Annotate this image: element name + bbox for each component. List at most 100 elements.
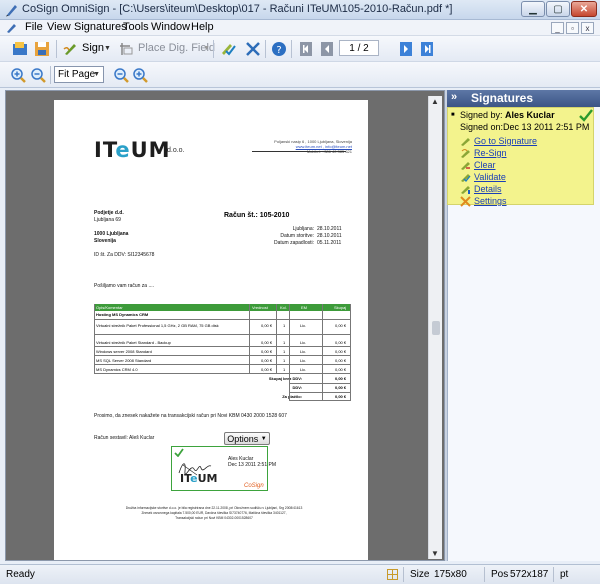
menu-view[interactable]: View bbox=[47, 21, 71, 33]
first-page-icon[interactable] bbox=[297, 40, 315, 58]
close-button[interactable]: ✕ bbox=[571, 1, 597, 17]
recipient-vat: ID št. Za DDV: SI12345678 bbox=[94, 252, 155, 258]
menu-bar: File View Signatures Tools Window Help _… bbox=[0, 20, 600, 36]
document-page: ITeUM d.o.o. Poljanski nasip 6 , 1000 Lj… bbox=[54, 100, 368, 560]
minimize-button[interactable]: ▁ bbox=[521, 1, 545, 17]
place-field-icon bbox=[117, 40, 135, 58]
maximize-button[interactable]: ▢ bbox=[546, 1, 570, 17]
pos-label: Pos bbox=[491, 569, 509, 580]
signatures-panel-header[interactable]: » Signatures bbox=[447, 90, 600, 107]
place-field-dropdown-icon[interactable]: ▼ bbox=[203, 45, 210, 52]
company-logo: ITeUM bbox=[94, 138, 171, 162]
window-title: CoSign OmniSign - [C:\Users\iteum\Deskto… bbox=[22, 3, 453, 15]
collapse-chevron-icon[interactable]: » bbox=[451, 91, 457, 103]
pen-icon bbox=[7, 24, 16, 33]
tools-icon[interactable] bbox=[244, 40, 262, 58]
signature-date: Dec 13 2011 2:51 PM bbox=[228, 462, 276, 468]
due-date-value: 05.11.2011 bbox=[317, 240, 342, 246]
valid-checkmark-icon bbox=[579, 109, 593, 122]
last-page-icon[interactable] bbox=[418, 40, 436, 58]
menu-tools[interactable]: Tools bbox=[123, 21, 149, 33]
composed-by: Račun sestavil: Aleš Kuclar bbox=[94, 435, 155, 441]
clear-link[interactable]: Clear bbox=[474, 160, 496, 170]
payment-note: Prosimo, da znesek nakažete na transakci… bbox=[94, 413, 287, 419]
details-icon bbox=[461, 186, 470, 194]
signed-by: Signed by: Ales Kuclar bbox=[460, 110, 555, 120]
validate-icon[interactable] bbox=[219, 40, 237, 58]
sign-icon[interactable] bbox=[62, 40, 80, 58]
signature-info-box: ■ Signed by: Ales Kuclar Signed on:Dec 1… bbox=[447, 107, 594, 207]
signed-on: Signed on:Dec 13 2011 2:51 PM bbox=[460, 122, 590, 132]
place-label: Ljubljana: bbox=[292, 226, 314, 232]
size-value: 175x80 bbox=[434, 569, 467, 580]
sign-button[interactable]: Sign bbox=[82, 42, 104, 54]
cosign-logo: CoSign bbox=[244, 483, 264, 489]
bullet-icon: ■ bbox=[451, 112, 455, 118]
recipient-street: Ljubljana 69 bbox=[94, 217, 121, 223]
settings-link[interactable]: Settings bbox=[474, 196, 507, 206]
re-sign-link[interactable]: Re-Sign bbox=[474, 148, 507, 158]
help-icon[interactable]: ? bbox=[270, 40, 288, 58]
settings-icon bbox=[460, 196, 471, 207]
previous-page-icon[interactable] bbox=[318, 40, 336, 58]
mdi-controls: _ ▫ x bbox=[551, 22, 594, 34]
go-to-signature-link[interactable]: Go to Signature bbox=[474, 136, 537, 146]
menu-file[interactable]: File bbox=[25, 21, 43, 33]
document-footer: Družba informacijske storitve d.o.o. je … bbox=[125, 506, 303, 520]
zoom-toolbar: Fit Page ▼ bbox=[0, 62, 600, 88]
svg-text:?: ? bbox=[276, 45, 281, 56]
zoom-out-icon[interactable] bbox=[29, 66, 47, 84]
mdi-close-button[interactable]: x bbox=[581, 22, 594, 34]
logo-suffix: d.o.o. bbox=[167, 147, 185, 154]
chevron-down-icon: ▼ bbox=[93, 71, 100, 78]
signature-logo: ITeUM bbox=[180, 472, 218, 485]
status-bar: Ready Size 175x80 Pos 572x187 pt bbox=[0, 564, 600, 584]
zoom-in-icon[interactable] bbox=[9, 66, 27, 84]
validate-link[interactable]: Validate bbox=[474, 172, 506, 182]
clear-icon bbox=[461, 162, 470, 170]
checkmark-icon bbox=[174, 448, 184, 457]
options-button[interactable]: Options ▼ bbox=[224, 432, 270, 445]
title-bar: CoSign OmniSign - [C:\Users\iteum\Deskto… bbox=[0, 0, 600, 20]
due-date-label: Datum zapadlosti: bbox=[273, 240, 314, 246]
mdi-restore-button[interactable]: ▫ bbox=[566, 22, 579, 34]
status-ready: Ready bbox=[6, 569, 35, 580]
scroll-up-icon[interactable]: ▲ bbox=[431, 97, 439, 106]
header-divider bbox=[252, 151, 346, 152]
grid-icon bbox=[387, 569, 398, 580]
invoice-title: Račun št.: 105-2010 bbox=[224, 212, 290, 219]
open-icon[interactable] bbox=[11, 40, 29, 58]
re-sign-icon bbox=[461, 149, 470, 158]
unit-value: pt bbox=[560, 569, 569, 580]
menu-help[interactable]: Help bbox=[191, 21, 214, 33]
menu-window[interactable]: Window bbox=[151, 21, 190, 33]
zoom-mode-select[interactable]: Fit Page ▼ bbox=[54, 66, 104, 83]
chevron-down-icon: ▼ bbox=[260, 435, 267, 442]
zoom-in-alt-icon[interactable] bbox=[131, 66, 149, 84]
menu-signatures[interactable]: Signatures bbox=[74, 21, 127, 33]
zoom-out-alt-icon[interactable] bbox=[112, 66, 130, 84]
main-toolbar: Sign ▼ Place Dig. Field ▼ ? 1 / 2 bbox=[0, 36, 600, 62]
sign-dropdown-icon[interactable]: ▼ bbox=[104, 45, 111, 52]
details-link[interactable]: Details bbox=[474, 184, 502, 194]
validate-icon bbox=[461, 174, 471, 183]
service-date-label: Datum storitve: bbox=[280, 233, 314, 239]
next-page-icon[interactable] bbox=[397, 40, 415, 58]
place-value: 28.10.2011 bbox=[317, 226, 342, 232]
vertical-scrollbar[interactable]: ▲ ▼ bbox=[428, 96, 442, 559]
recipient-country: Slovenija bbox=[94, 238, 116, 244]
total-pages: 2 bbox=[363, 42, 369, 54]
mdi-minimize-button[interactable]: _ bbox=[551, 22, 564, 34]
save-icon[interactable] bbox=[33, 40, 51, 58]
scroll-down-icon[interactable]: ▼ bbox=[431, 549, 439, 558]
size-label: Size bbox=[410, 569, 430, 580]
go-to-signature-icon bbox=[461, 138, 470, 146]
recipient-name: Podjetje d.d. bbox=[94, 210, 124, 216]
pos-value: 572x187 bbox=[510, 569, 549, 580]
invoice-intro: Pošiljamo vam račun za .... bbox=[94, 283, 155, 289]
app-icon bbox=[6, 5, 17, 17]
page-number-field[interactable]: 1 / 2 bbox=[339, 40, 379, 56]
service-date-value: 28.10.2011 bbox=[317, 233, 342, 239]
scroll-thumb[interactable] bbox=[432, 321, 440, 335]
signature-field[interactable]: ITeUM Ales Kuclar Dec 13 2011 2:51 PM Co… bbox=[171, 446, 276, 491]
